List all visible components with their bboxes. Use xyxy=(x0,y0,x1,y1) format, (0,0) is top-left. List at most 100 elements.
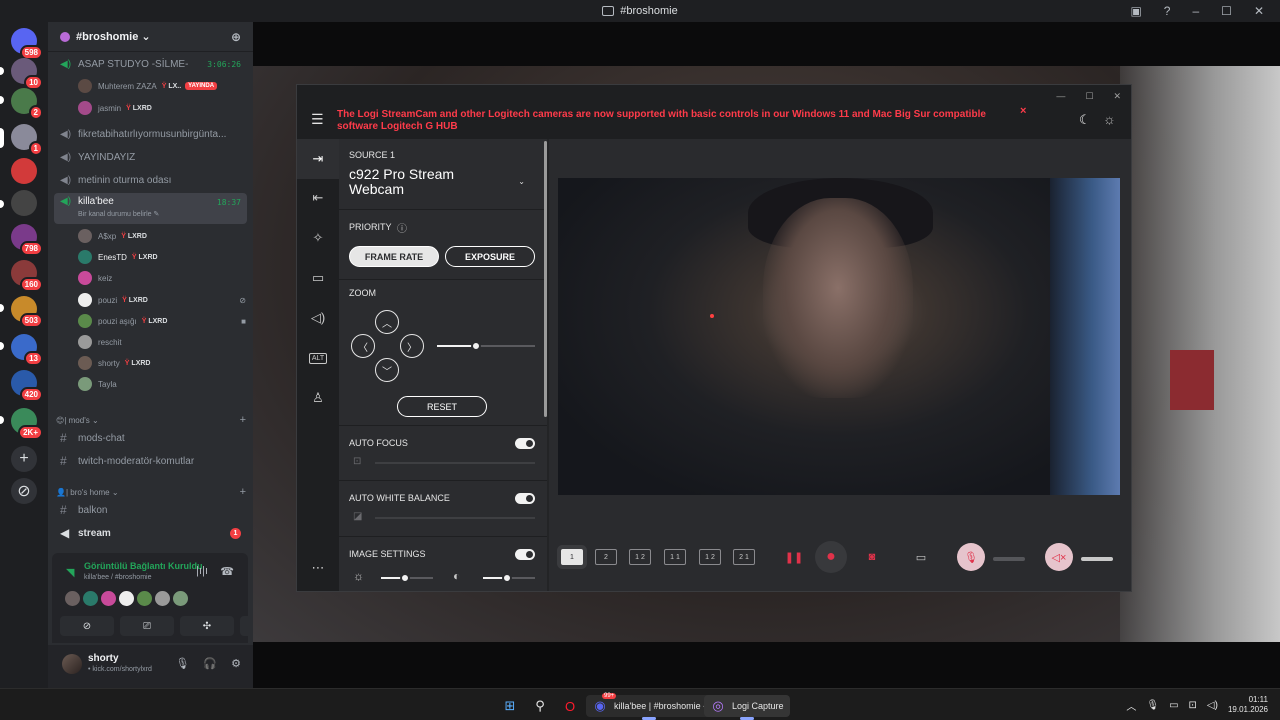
voice-user[interactable]: keiz xyxy=(78,268,246,288)
pan-down-button[interactable]: ﹀ xyxy=(375,358,399,382)
close-button[interactable]: ✕ xyxy=(1113,91,1121,102)
voice-user[interactable]: shorty Ÿ LXRD xyxy=(78,353,246,373)
chevron-down-icon[interactable]: ⌄ xyxy=(518,177,525,186)
inbox-icon[interactable]: ▣ xyxy=(1130,4,1141,18)
layout-pip-alt-button[interactable]: 1 2 xyxy=(699,549,721,565)
guild-header[interactable]: #broshomie ⌄ ⊕ xyxy=(48,22,253,52)
pan-right-button[interactable]: 〉 xyxy=(400,334,424,358)
start-button[interactable]: ⊞ xyxy=(496,695,524,717)
voice-user[interactable]: A$xp Ÿ LXRD xyxy=(78,226,246,246)
invite-icon[interactable]: ⊕ xyxy=(231,30,241,44)
video-camera-icon[interactable]: ▭ xyxy=(306,266,330,290)
contrast-slider-knob[interactable] xyxy=(502,573,513,583)
server-icon[interactable]: 420 xyxy=(11,370,43,402)
reset-button[interactable]: RESET xyxy=(397,396,487,417)
voice-channel[interactable]: ◀) fikretabihatırlıyormusunbirgünta... xyxy=(54,124,247,144)
image-settings-toggle[interactable] xyxy=(515,549,535,560)
brightness-slider-knob[interactable] xyxy=(400,573,411,583)
screen-share-button[interactable]: ⎚ xyxy=(120,616,174,636)
voice-user[interactable]: Muhterem ZAZA Ÿ LX.. YAYINDA xyxy=(78,76,246,96)
microphone-icon[interactable]: 🎙 xyxy=(175,657,189,670)
server-icon[interactable]: 503 xyxy=(11,296,43,328)
layout-split-button[interactable]: 2 1 xyxy=(733,549,755,565)
layout-side-by-side-button[interactable]: 1 2 xyxy=(629,549,651,565)
auto-focus-toggle[interactable] xyxy=(515,438,535,449)
discover-button[interactable]: ⊘ xyxy=(11,478,37,504)
voice-user[interactable]: reschit xyxy=(78,332,246,352)
avatar[interactable] xyxy=(83,591,98,606)
record-button[interactable]: ● xyxy=(815,541,847,573)
server-icon-home[interactable]: 598 xyxy=(11,28,43,60)
server-icon[interactable]: 2K+ xyxy=(11,408,43,440)
server-icon[interactable]: 160 xyxy=(11,260,43,292)
pause-button[interactable]: ❚❚ xyxy=(778,541,810,573)
settings-gear-icon[interactable]: ⚙ xyxy=(231,657,241,670)
server-icon[interactable]: 2 xyxy=(11,88,43,120)
account-icon[interactable]: ♙ xyxy=(306,386,330,410)
brightness-slider[interactable] xyxy=(381,573,433,583)
source-2-icon[interactable]: ⇤ xyxy=(306,186,330,210)
search-button[interactable]: ⚲ xyxy=(526,695,554,717)
dark-mode-icon[interactable]: ☾ xyxy=(1079,112,1091,128)
frame-rate-button[interactable]: FRAME RATE xyxy=(349,246,439,267)
minimize-button[interactable]: – xyxy=(1192,4,1199,18)
minimize-button[interactable]: — xyxy=(1056,91,1065,102)
category-mods[interactable]: 😊 | mod's ⌄ + xyxy=(56,414,246,426)
audio-speaker-icon[interactable]: ◁) xyxy=(306,306,330,330)
avatar[interactable] xyxy=(119,591,134,606)
more-icon[interactable]: ⋯ xyxy=(306,556,330,580)
voice-channel[interactable]: ◀) metinin oturma odası xyxy=(54,170,247,190)
activities-button[interactable]: ✣ xyxy=(180,616,234,636)
camera-off-button[interactable]: ⊘ xyxy=(60,616,114,636)
announcement-channel[interactable]: ◀ stream 1 xyxy=(54,523,247,543)
alt-icon[interactable]: ALT xyxy=(306,346,330,370)
server-icon[interactable] xyxy=(11,190,37,216)
add-server-button[interactable]: + xyxy=(11,446,37,472)
light-mode-icon[interactable]: ☼ xyxy=(1103,111,1116,127)
panel-scrollbar[interactable] xyxy=(544,141,547,417)
server-icon[interactable]: 798 xyxy=(11,224,43,256)
focus-slider[interactable] xyxy=(375,462,535,464)
voice-user[interactable]: pouzi aşığı Ÿ LXRD ■ xyxy=(78,311,246,331)
pan-left-button[interactable]: 〈 xyxy=(351,334,375,358)
text-channel[interactable]: # balkon xyxy=(54,500,247,520)
mic-level-bar[interactable] xyxy=(993,557,1025,561)
signal-icon[interactable]: ◥ xyxy=(66,566,74,579)
add-channel-icon[interactable]: + xyxy=(240,414,246,426)
voice-channel-killabee[interactable]: ◀) killa'bee 18:37 Bir kanal durumu beli… xyxy=(54,193,247,224)
logi-capture-app[interactable]: ◎ Logi Capture xyxy=(704,695,790,720)
text-channel[interactable]: # mods-chat xyxy=(54,428,247,448)
effects-wand-icon[interactable]: ✧ xyxy=(306,226,330,250)
avatar[interactable] xyxy=(137,591,152,606)
server-icon[interactable]: 1 xyxy=(11,124,43,156)
avatar[interactable] xyxy=(65,591,80,606)
camera-preview[interactable] xyxy=(558,178,1120,495)
network-icon[interactable]: ⊡ xyxy=(1189,700,1197,711)
voice-user[interactable]: jasmin Ÿ LXRD xyxy=(78,98,246,118)
add-channel-icon[interactable]: + xyxy=(240,486,246,498)
source-1-icon[interactable]: ⇥ xyxy=(297,139,339,179)
menu-icon[interactable]: ☰ xyxy=(311,111,324,128)
user-name[interactable]: shorty xyxy=(88,653,119,664)
speaker-level-bar[interactable] xyxy=(1081,557,1113,561)
maximize-button[interactable]: ☐ xyxy=(1085,91,1093,102)
maximize-button[interactable]: ☐ xyxy=(1221,4,1232,18)
avatar[interactable] xyxy=(155,591,170,606)
auto-white-balance-toggle[interactable] xyxy=(515,493,535,504)
close-button[interactable]: ✕ xyxy=(1254,4,1264,18)
layout-single-button[interactable]: 1 xyxy=(561,549,583,565)
disconnect-icon[interactable]: ☎ xyxy=(220,565,234,578)
contrast-slider[interactable] xyxy=(483,573,535,583)
opera-app[interactable]: O xyxy=(556,695,584,717)
voice-channel[interactable]: ◀) YAYINDAYIZ xyxy=(54,147,247,167)
user-avatar[interactable] xyxy=(62,654,82,674)
zoom-slider[interactable] xyxy=(437,341,535,351)
text-channel[interactable]: # twitch-moderatör-komutlar xyxy=(54,451,247,471)
volume-icon[interactable]: ◁) xyxy=(1207,700,1218,711)
avatar[interactable] xyxy=(101,591,116,606)
pan-up-button[interactable]: ︿ xyxy=(375,310,399,334)
folder-button[interactable]: ▭ xyxy=(905,541,937,573)
channel-status[interactable]: Bir kanal durumu belirle ✎ xyxy=(78,210,159,218)
snapshot-camera-button[interactable]: ◙ xyxy=(856,541,888,573)
speaker-mute-button[interactable]: ◁× xyxy=(1045,543,1073,571)
